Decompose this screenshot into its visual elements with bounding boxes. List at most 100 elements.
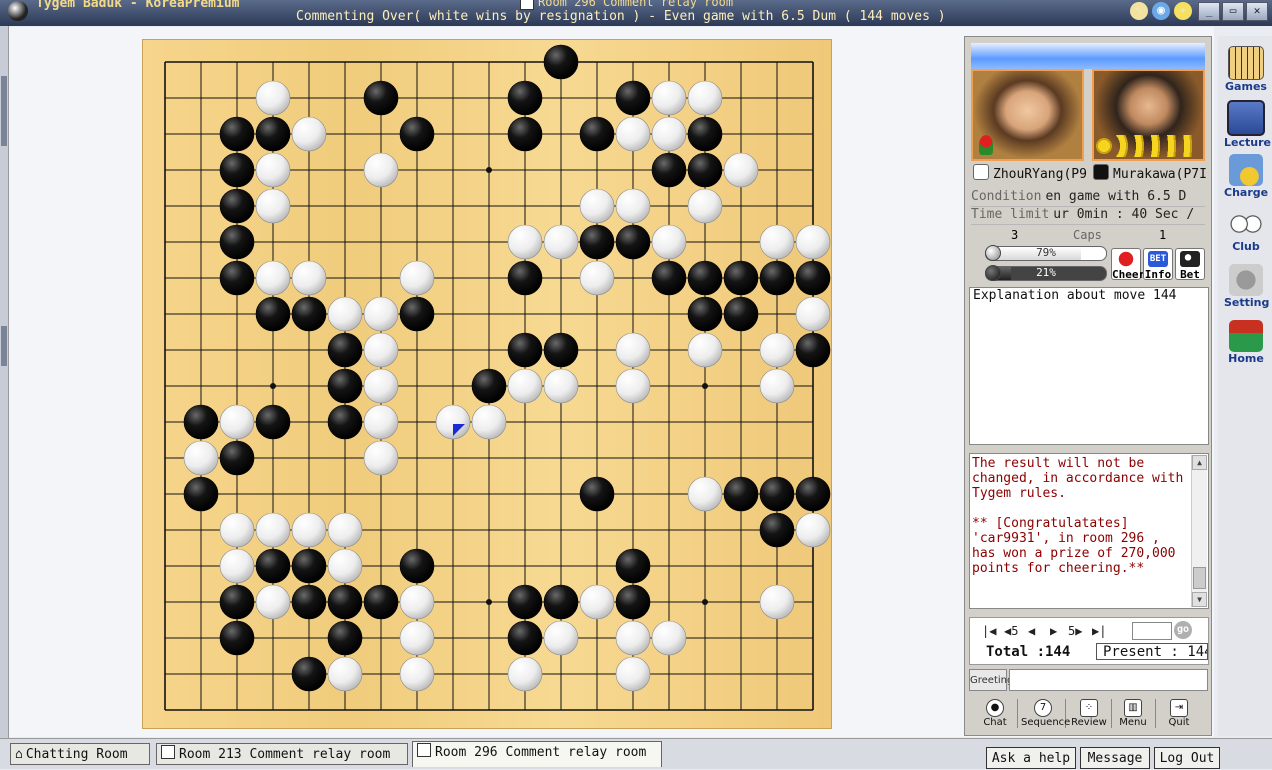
- setting-button[interactable]: Setting: [1224, 264, 1269, 309]
- bet-info-icon: BET: [1148, 251, 1168, 267]
- black-stone: [255, 296, 291, 332]
- white-cheer-bar: 79%: [985, 246, 1107, 261]
- tab-room-213[interactable]: Room 213 Comment relay room: [156, 743, 408, 765]
- white-stone: [327, 512, 363, 548]
- chat-message: The result will not be changed, in accor…: [972, 456, 1184, 501]
- black-stone: [543, 584, 579, 620]
- rose-icon: [979, 135, 993, 155]
- white-stone: [183, 440, 219, 476]
- star-point: [486, 599, 492, 605]
- black-stone: [255, 548, 291, 584]
- exit-icon: ⇥: [1170, 699, 1188, 717]
- white-stone: [291, 116, 327, 152]
- condition-row: Condition en game with 6.5 D: [971, 189, 1205, 207]
- white-stone: [291, 260, 327, 296]
- message-button[interactable]: Message: [1080, 747, 1150, 769]
- greeting-row: Greeting: [969, 669, 1209, 693]
- club-button[interactable]: Club: [1224, 208, 1268, 253]
- globe-icon[interactable]: ◉: [1152, 2, 1170, 20]
- menu-tool-label: Menu: [1119, 717, 1147, 728]
- minimize-button[interactable]: _: [1198, 2, 1220, 21]
- games-button[interactable]: Games: [1224, 46, 1268, 93]
- log-out-button[interactable]: Log Out: [1154, 747, 1220, 769]
- info-button[interactable]: BET Info: [1143, 248, 1173, 280]
- rose-cheer-icon: [1116, 251, 1136, 267]
- charge-button[interactable]: Charge: [1224, 154, 1268, 199]
- white-stone: [795, 296, 831, 332]
- condition-label: Condition: [971, 189, 1042, 204]
- black-stone: [183, 476, 219, 512]
- white-stone: [651, 116, 687, 152]
- black-stone: [615, 80, 651, 116]
- move-explanation-box[interactable]: Explanation about move 144: [969, 287, 1209, 445]
- black-stone: [579, 116, 615, 152]
- pen-icon[interactable]: ✎: [1130, 2, 1148, 20]
- lecture-button[interactable]: Lecture: [1224, 100, 1271, 149]
- black-stone: [651, 152, 687, 188]
- quit-tool[interactable]: ⇥ Quit: [1157, 699, 1201, 728]
- chat-message: ** [Congratulatates] 'car9931', in room …: [972, 516, 1176, 576]
- chat-input[interactable]: [1009, 669, 1208, 691]
- white-stone: [363, 296, 399, 332]
- sequence-tool[interactable]: 7 Sequence: [1021, 699, 1070, 728]
- chat-scrollbar[interactable]: ▲ ▼: [1191, 455, 1207, 607]
- forward-1-button[interactable]: ▶: [1050, 624, 1057, 638]
- black-stone: [507, 620, 543, 656]
- white-stone: [759, 224, 795, 260]
- last-move-button[interactable]: ▶|: [1092, 624, 1106, 638]
- close-button[interactable]: ✕: [1246, 2, 1268, 21]
- back-5-button[interactable]: ◀5: [1004, 624, 1018, 638]
- book-icon: ▥: [1124, 699, 1142, 717]
- black-cheer-bar: 21%: [985, 266, 1107, 281]
- maximize-button[interactable]: ▭: [1222, 2, 1244, 21]
- chat-messages-box[interactable]: The result will not be changed, in accor…: [969, 453, 1209, 609]
- left-scroll-strip[interactable]: [0, 26, 9, 738]
- black-player[interactable]: Murakawa(P7I: [1091, 164, 1209, 184]
- lightbulb-icon[interactable]: ✦: [1174, 2, 1192, 20]
- forward-5-button[interactable]: 5▶: [1068, 624, 1082, 638]
- scroll-down-icon[interactable]: ▼: [1192, 592, 1207, 607]
- white-stone: [651, 80, 687, 116]
- review-tool[interactable]: ⁘ Review: [1067, 699, 1112, 728]
- black-stone: [363, 584, 399, 620]
- white-stone: [651, 620, 687, 656]
- chat-tool[interactable]: ● Chat: [973, 699, 1018, 728]
- black-player-photo: [1092, 69, 1205, 161]
- star-point: [486, 167, 492, 173]
- time-limit-value: ur 0min : 40 Sec /: [1053, 207, 1195, 222]
- black-stone: [687, 116, 723, 152]
- scroll-thumb[interactable]: [1193, 567, 1206, 589]
- white-stone: [327, 548, 363, 584]
- black-stone: [291, 296, 327, 332]
- black-player-name: Murakawa(P7I: [1113, 167, 1207, 182]
- white-player[interactable]: ZhouRYang(P9: [971, 164, 1089, 184]
- home-button[interactable]: Home: [1224, 320, 1268, 365]
- white-stone: [795, 512, 831, 548]
- tab-chatting-room[interactable]: ⌂ Chatting Room: [10, 743, 150, 765]
- back-1-button[interactable]: ◀: [1028, 624, 1035, 638]
- bet-button[interactable]: Bet: [1175, 248, 1205, 280]
- menu-tool[interactable]: ▥ Menu: [1111, 699, 1156, 728]
- white-stone: [363, 332, 399, 368]
- black-stone: [723, 260, 759, 296]
- black-stone: [399, 116, 435, 152]
- greeting-button[interactable]: Greeting: [969, 669, 1013, 691]
- white-stone: [327, 656, 363, 692]
- black-stone: [687, 260, 723, 296]
- board-icon: [161, 745, 175, 759]
- go-board-grid[interactable]: [143, 40, 833, 730]
- scroll-up-icon[interactable]: ▲: [1192, 455, 1207, 470]
- white-stone: [255, 260, 291, 296]
- go-board[interactable]: [142, 39, 832, 729]
- move-number-input[interactable]: [1132, 622, 1172, 640]
- cheer-button-label: Cheer: [1112, 268, 1146, 281]
- time-limit-row: Time limit ur 0min : 40 Sec /: [971, 207, 1205, 225]
- black-stone: [219, 584, 255, 620]
- black-stone: [759, 476, 795, 512]
- go-button[interactable]: go: [1174, 621, 1192, 639]
- first-move-button[interactable]: |◀: [982, 624, 996, 638]
- cheer-button[interactable]: Cheer: [1111, 248, 1145, 280]
- tab-room-296[interactable]: Room 296 Comment relay room: [412, 741, 662, 767]
- black-stone: [543, 44, 579, 80]
- ask-help-button[interactable]: Ask a help: [986, 747, 1076, 769]
